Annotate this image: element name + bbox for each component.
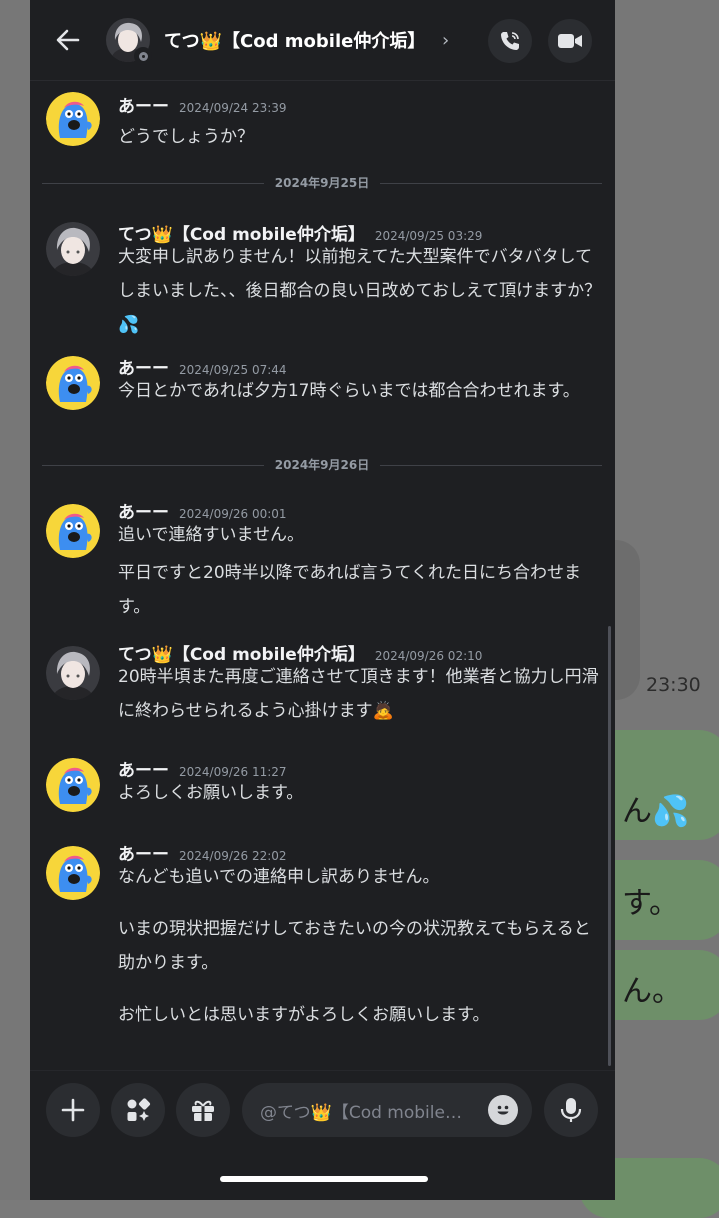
message-content: 大変申し訳ありません！以前抱えてた大型案件でバタバタしてしまいました、、後日都合… xyxy=(118,247,602,335)
date-divider: 2024年9月26日 xyxy=(42,455,602,475)
background-text: ん💦 xyxy=(622,794,690,829)
message-input-placeholder: @てつ👑【Cod mobile… xyxy=(260,1102,462,1123)
user-avatar[interactable] xyxy=(46,504,100,558)
phone-icon xyxy=(501,32,519,50)
date-divider: 2024年9月25日 xyxy=(42,173,602,193)
user-avatar[interactable] xyxy=(46,356,100,410)
date-divider-label: 2024年9月26日 xyxy=(274,458,370,472)
video-camera-icon xyxy=(558,34,582,48)
voice-message-button[interactable] xyxy=(544,1083,598,1137)
message-list: あーー 2024/09/24 23:39 どうでしょうか？ 2024年9月25日 … xyxy=(30,80,615,1068)
message-content: どうでしょうか？ xyxy=(118,127,254,147)
dm-panel: てつ👑【Cod mobile仲介垢】 › あーー 2024/09/24 23:39… xyxy=(30,0,615,1200)
message-content: なんども追いでの連絡申し訳ありません。 いまの現状把握だけしておきたいの今の状況… xyxy=(118,867,591,1025)
user-avatar[interactable] xyxy=(46,646,100,700)
message-author[interactable]: あーー xyxy=(118,97,169,117)
user-avatar[interactable] xyxy=(46,92,100,146)
smiley-icon xyxy=(497,1105,509,1115)
microphone-icon xyxy=(560,1098,582,1122)
gift-button[interactable] xyxy=(176,1083,230,1137)
chevron-right-icon: › xyxy=(442,30,450,51)
user-avatar[interactable] xyxy=(46,758,100,812)
home-indicator xyxy=(220,1176,428,1182)
background-text: す。 xyxy=(622,886,679,921)
background-text: ん。 xyxy=(622,974,682,1009)
gift-icon xyxy=(192,1100,214,1121)
message-timestamp: 2024/09/24 23:39 xyxy=(179,101,287,115)
back-button[interactable] xyxy=(50,22,86,58)
message-content: 今日とかであれば夕方17時ぐらいまでは都合合わせれます。 xyxy=(118,381,580,401)
emoji-button[interactable] xyxy=(488,1095,518,1125)
arrow-left-icon xyxy=(56,29,80,51)
status-indicator xyxy=(134,47,152,65)
apps-button[interactable] xyxy=(111,1083,165,1137)
message-content: よろしくお願いします。 xyxy=(118,783,304,803)
date-divider-label: 2024年9月25日 xyxy=(274,176,370,190)
plus-icon xyxy=(61,1098,85,1122)
background-timestamp: 23:30 xyxy=(646,674,701,696)
message-content: 20時半頃また再度ご連絡させて頂きます！他業者と協力し円滑に終わらせられるよう心… xyxy=(118,667,599,721)
recipient-name[interactable]: てつ👑【Cod mobile仲介垢】 xyxy=(164,27,425,53)
message-content: 追いで連絡すいません。 平日ですと20時半以降であれば言うてくれた日にち合わせま… xyxy=(118,525,581,617)
user-avatar[interactable] xyxy=(46,222,100,276)
voice-call-button[interactable] xyxy=(488,19,532,63)
sparkle-apps-icon xyxy=(127,1098,151,1121)
add-attachment-button[interactable] xyxy=(46,1083,100,1137)
user-avatar[interactable] xyxy=(46,846,100,900)
dm-header: てつ👑【Cod mobile仲介垢】 › xyxy=(30,0,615,81)
video-call-button[interactable] xyxy=(548,19,592,63)
scrollbar[interactable] xyxy=(608,626,611,1066)
